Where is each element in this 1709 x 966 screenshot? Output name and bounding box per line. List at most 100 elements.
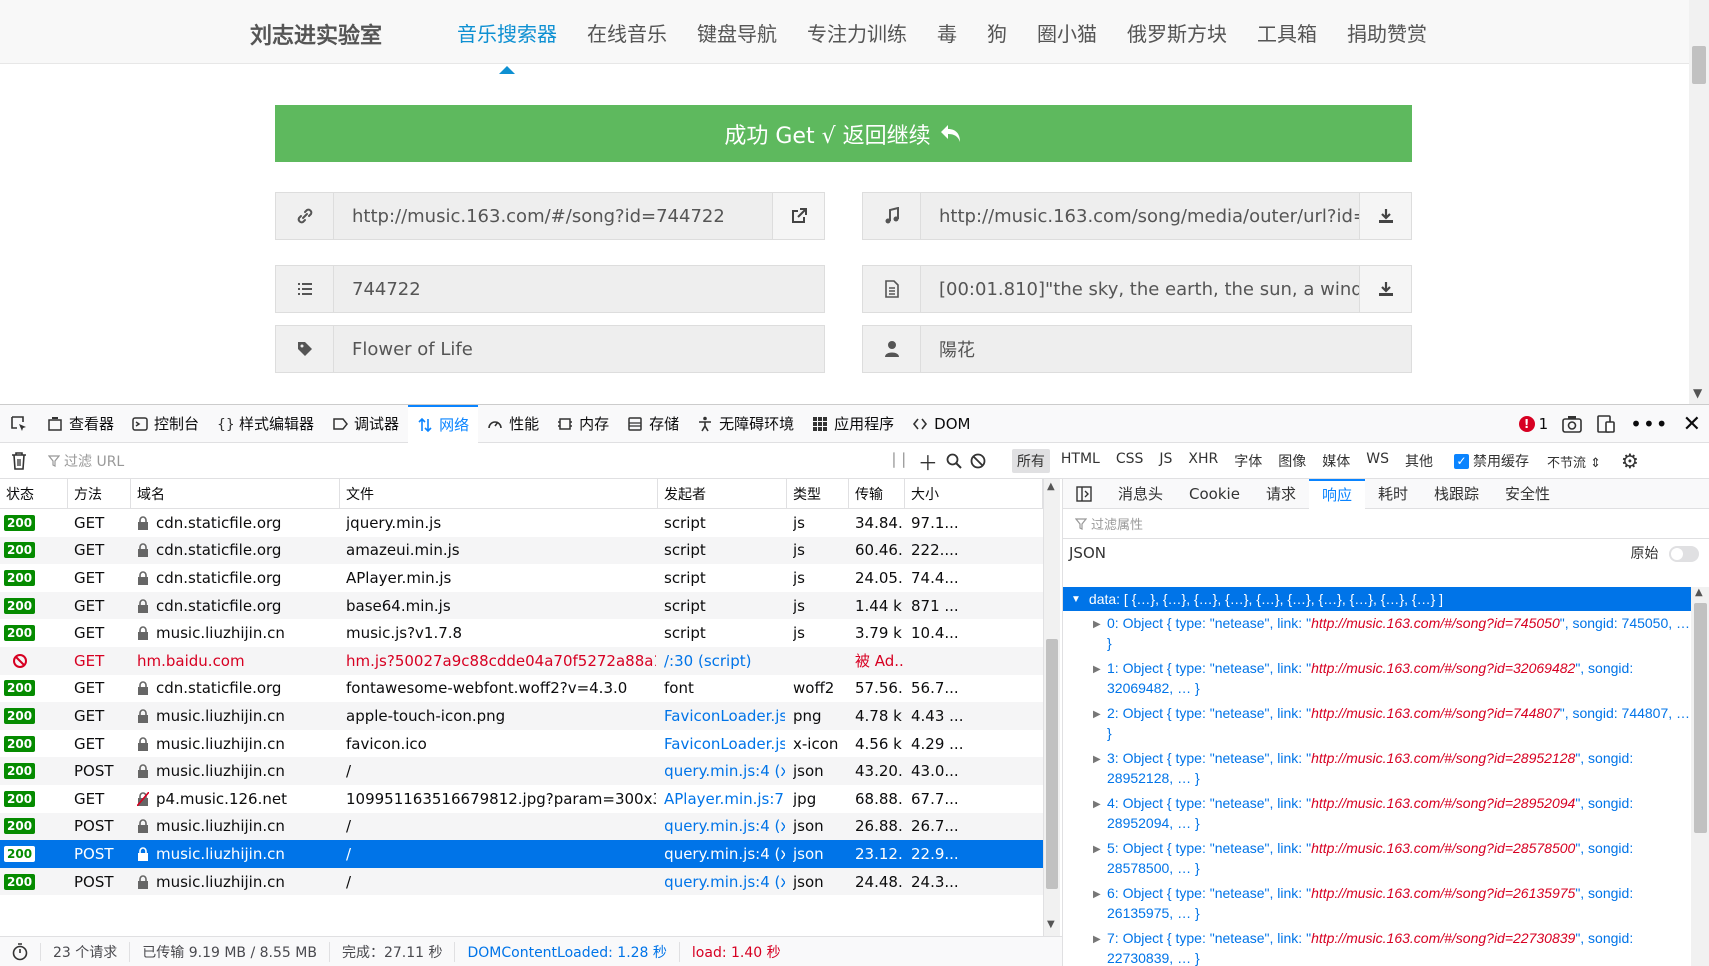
details-tab[interactable]: 栈跟踪	[1421, 479, 1492, 509]
search-icon[interactable]	[946, 453, 962, 469]
json-tree-item[interactable]: ▶ 4: Object { type: "netease", link: "htt…	[1063, 791, 1691, 836]
table-row[interactable]: 200 GET cdn.staticfile.org base64.min.js scr…	[0, 591, 1043, 620]
more-options-icon[interactable]: •••	[1630, 412, 1668, 436]
filter-url-input[interactable]: 过滤 URL	[48, 450, 878, 472]
column-header[interactable]: 状态	[0, 479, 68, 509]
tree-item-link[interactable]: http://music.163.com/#/song?id=28952128	[1311, 750, 1575, 766]
download-lyrics-button[interactable]	[1359, 266, 1411, 312]
song-author-field[interactable]: 陽花	[921, 326, 1411, 372]
table-row[interactable]: 200 POST music.liuzhijin.cn / ☁jquery.min.js…	[0, 840, 1043, 868]
type-filter-button[interactable]: 图像	[1273, 449, 1311, 473]
scroll-down-arrow-icon[interactable]: ▼	[1693, 386, 1702, 400]
table-row[interactable]: GET hm.baidu.com hm.js?50027a9c88cdde04a70…	[0, 647, 1043, 675]
devtools-tab[interactable]: {} 样式编辑器	[208, 405, 323, 443]
collapsed-arrow-icon[interactable]: ▶	[1093, 840, 1101, 860]
type-filter-button[interactable]: 字体	[1229, 449, 1267, 473]
json-tree-scrollbar[interactable]: ▲	[1691, 587, 1709, 966]
column-header[interactable]: 域名	[131, 479, 340, 509]
devtools-tab[interactable]: 存储	[618, 405, 688, 443]
json-tree-item[interactable]: ▶ 1: Object { type: "netease", link: "htt…	[1063, 656, 1691, 701]
type-filter-button[interactable]: HTML	[1056, 449, 1105, 473]
song-url-field[interactable]: http://music.163.com/song/media/outer/ur…	[921, 193, 1359, 239]
nav-link[interactable]: 捐助赞赏	[1332, 18, 1442, 47]
collapsed-arrow-icon[interactable]: ▶	[1093, 615, 1101, 635]
screenshot-icon[interactable]	[1562, 415, 1582, 433]
table-row[interactable]: 200 GET cdn.staticfile.org APlayer.min.js sc…	[0, 564, 1043, 592]
download-song-button[interactable]	[1359, 193, 1411, 239]
details-tab[interactable]: 安全性	[1492, 479, 1563, 509]
filter-properties-input[interactable]: 过滤属性	[1063, 509, 1709, 539]
devtools-tab[interactable]: 性能	[478, 405, 548, 443]
raw-toggle[interactable]: 原始	[1631, 543, 1699, 563]
error-count[interactable]: ! 1	[1518, 415, 1548, 433]
column-header[interactable]: 发起者	[658, 479, 787, 509]
table-row[interactable]: 200 POST music.liuzhijin.cn / ☁jquery.min.js…	[0, 757, 1043, 785]
devtools-tab[interactable]: 查看器	[38, 405, 123, 443]
song-link-field[interactable]: http://music.163.com/#/song?id=744722	[334, 193, 772, 239]
toggle-sidebar-icon[interactable]	[1063, 479, 1105, 509]
column-header[interactable]: 大小	[905, 479, 1043, 509]
table-row[interactable]: 200 GET music.liuzhijin.cn music.js?v1.7.8 s…	[0, 619, 1043, 647]
column-header[interactable]: 传输	[849, 479, 905, 509]
scroll-up-arrow-icon[interactable]: ▲	[1695, 587, 1703, 598]
page-scrollbar[interactable]: ▼	[1689, 0, 1709, 404]
nav-link[interactable]: 音乐搜索器	[442, 18, 572, 74]
initiator-value[interactable]: jquery.min.js:4 (xhr)	[664, 873, 785, 891]
raw-toggle-switch[interactable]	[1669, 546, 1699, 562]
table-row[interactable]: 200 GET music.liuzhijin.cn favicon.ico Favic…	[0, 730, 1043, 758]
nav-link[interactable]: 键盘导航	[682, 18, 792, 47]
devtools-tab[interactable]: 调试器	[323, 405, 408, 443]
details-tab[interactable]: 耗时	[1365, 479, 1421, 509]
scroll-down-arrow-icon[interactable]: ▼	[1047, 919, 1055, 930]
devtools-tab[interactable]: 控制台	[123, 405, 208, 443]
clear-requests-icon[interactable]	[10, 451, 28, 471]
type-filter-button[interactable]: 媒体	[1317, 449, 1355, 473]
table-row[interactable]: 200 GET cdn.staticfile.org fontawesome-webf…	[0, 675, 1043, 703]
brand-title[interactable]: 刘志进实验室	[250, 18, 382, 50]
request-table-scrollbar[interactable]: ▲ ▼	[1043, 479, 1060, 936]
table-row[interactable]: 200 GET p4.music.126.net 109951163516679812…	[0, 785, 1043, 813]
nav-link[interactable]: 狗	[972, 18, 1022, 47]
table-row[interactable]: 200 POST music.liuzhijin.cn / ☁jquery.min.js…	[0, 867, 1043, 896]
column-header[interactable]: 文件	[340, 479, 658, 509]
expanded-arrow-icon[interactable]: ▼	[1071, 594, 1081, 605]
type-filter-button[interactable]: XHR	[1183, 449, 1223, 473]
nav-link[interactable]: 在线音乐	[572, 18, 682, 47]
json-tree-item[interactable]: ▶ 6: Object { type: "netease", link: "htt…	[1063, 881, 1691, 926]
add-icon[interactable]: ＋	[918, 447, 938, 476]
settings-gear-icon[interactable]: ⚙	[1621, 449, 1639, 473]
nav-link[interactable]: 俄罗斯方块	[1112, 18, 1242, 47]
initiator-value[interactable]: FaviconLoader.js...	[664, 735, 785, 753]
table-row[interactable]: 200 GET cdn.staticfile.org jquery.min.js scr…	[0, 509, 1043, 537]
tree-item-link[interactable]: http://music.163.com/#/song?id=28578500	[1311, 840, 1575, 856]
collapsed-arrow-icon[interactable]: ▶	[1093, 750, 1101, 770]
devtools-tab[interactable]: 内存	[548, 405, 618, 443]
details-tab[interactable]: 请求	[1253, 479, 1309, 509]
json-tree-scroll-thumb[interactable]	[1694, 603, 1707, 833]
responsive-design-icon[interactable]	[1596, 414, 1616, 434]
initiator-value[interactable]: FaviconLoader.js...	[664, 707, 785, 725]
collapsed-arrow-icon[interactable]: ▶	[1093, 885, 1101, 905]
open-link-button[interactable]	[772, 193, 824, 239]
devtools-tab[interactable]: 网络	[408, 404, 479, 443]
song-id-field[interactable]: 744722	[334, 266, 824, 312]
throttle-select[interactable]: 不节流 ⇕	[1547, 452, 1601, 471]
initiator-value[interactable]: jquery.min.js:4 (xhr)	[664, 845, 785, 863]
devtools-tab[interactable]: 无障碍环境	[688, 405, 803, 443]
json-tree-item[interactable]: ▶ 7: Object { type: "netease", link: "htt…	[1063, 926, 1691, 966]
nav-link[interactable]: 毒	[922, 18, 972, 47]
tree-item-link[interactable]: http://music.163.com/#/song?id=32069482	[1311, 660, 1575, 676]
collapsed-arrow-icon[interactable]: ▶	[1093, 660, 1101, 680]
song-title-field[interactable]: Flower of Life	[334, 326, 824, 372]
tree-item-link[interactable]: http://music.163.com/#/song?id=745050	[1311, 615, 1560, 631]
json-tree-item[interactable]: ▶ 2: Object { type: "netease", link: "htt…	[1063, 701, 1691, 746]
stopwatch-icon[interactable]	[0, 943, 41, 961]
tree-item-link[interactable]: http://music.163.com/#/song?id=26135975	[1311, 885, 1575, 901]
tree-item-link[interactable]: http://music.163.com/#/song?id=22730839	[1311, 930, 1575, 946]
devtools-tab[interactable]: 应用程序	[803, 405, 903, 443]
details-tab[interactable]: 消息头	[1105, 479, 1176, 509]
column-header[interactable]: 方法	[68, 479, 131, 509]
json-tree-item[interactable]: ▶ 3: Object { type: "netease", link: "htt…	[1063, 746, 1691, 791]
tree-item-link[interactable]: http://music.163.com/#/song?id=744807	[1311, 705, 1560, 721]
nav-link[interactable]: 圈小猫	[1022, 18, 1112, 47]
